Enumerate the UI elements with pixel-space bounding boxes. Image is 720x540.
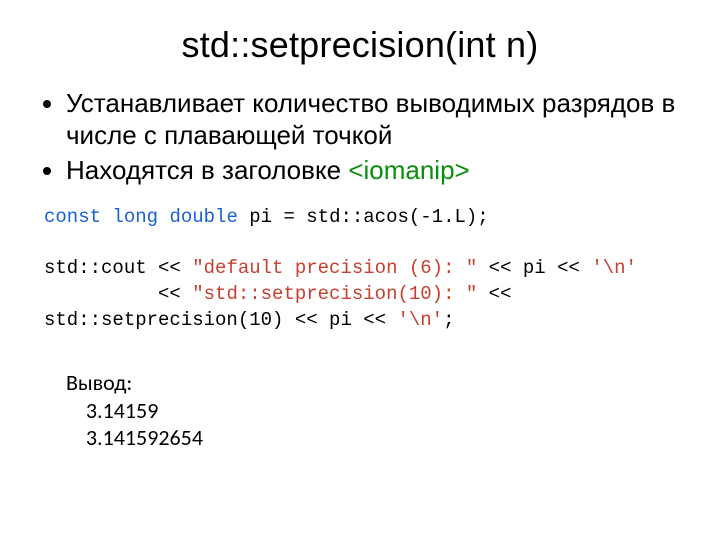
slide: std::setprecision(int n) Устанавливает к…: [0, 0, 720, 540]
code-text: pi = std::acos(-1.L);: [238, 206, 489, 228]
string-literal: "default precision (6): ": [192, 257, 477, 279]
code-text: <<: [44, 283, 192, 305]
output-value: 3.14159: [86, 397, 158, 424]
output-block: Вывод: 3.14159 3.141592654: [66, 369, 680, 452]
keyword-const: const: [44, 206, 101, 228]
code-text: std::cout <<: [44, 257, 192, 279]
bullet-item: Находятся в заголовке <iomanip>: [66, 155, 680, 187]
code-text: <<: [477, 283, 523, 305]
output-value: 3.141592654: [86, 424, 203, 451]
code-text: std::setprecision(10) << pi <<: [44, 309, 397, 331]
char-literal: '\n': [591, 257, 637, 279]
page-title: std::setprecision(int n): [40, 24, 680, 66]
char-literal: '\n': [397, 309, 443, 331]
keyword-double: double: [169, 206, 237, 228]
string-literal: "std::setprecision(10): ": [192, 283, 477, 305]
code-text: ;: [443, 309, 454, 331]
keyword-long: long: [112, 206, 158, 228]
header-name: <iomanip>: [348, 155, 469, 185]
bullet-text: Устанавливает количество выводимых разря…: [66, 88, 675, 150]
code-block: const long double pi = std::acos(-1.L); …: [44, 205, 680, 333]
code-text: << pi <<: [477, 257, 591, 279]
bullet-text: Находятся в заголовке: [66, 155, 348, 185]
bullet-item: Устанавливает количество выводимых разря…: [66, 88, 680, 151]
bullet-list: Устанавливает количество выводимых разря…: [40, 88, 680, 187]
output-label: Вывод:: [66, 369, 132, 396]
